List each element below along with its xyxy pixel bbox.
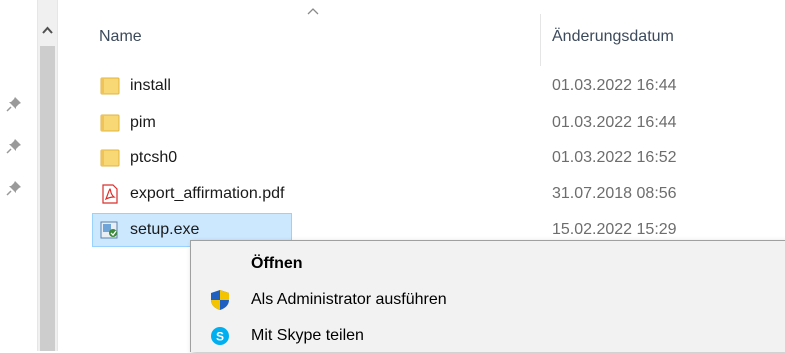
context-menu: Öffnen Als Administrator ausführen S Mit… bbox=[190, 240, 785, 352]
scrollbar-thumb[interactable] bbox=[40, 46, 55, 351]
file-row[interactable]: ptcsh0 01.03.2022 16:52 bbox=[92, 141, 785, 175]
file-date: 01.03.2022 16:44 bbox=[552, 77, 677, 94]
sort-ascending-icon bbox=[307, 8, 319, 15]
folder-icon bbox=[100, 77, 120, 95]
file-row[interactable]: pim 01.03.2022 16:44 bbox=[92, 106, 785, 140]
file-date: 15.02.2022 15:29 bbox=[552, 221, 677, 238]
file-date: 01.03.2022 16:52 bbox=[552, 149, 677, 166]
scroll-up-arrow-icon[interactable] bbox=[37, 20, 58, 41]
file-name: setup.exe bbox=[130, 221, 200, 238]
navigation-pane bbox=[0, 0, 37, 351]
menu-item-label: Öffnen bbox=[251, 255, 303, 272]
pin-icon[interactable] bbox=[6, 180, 22, 196]
column-header-date[interactable]: Änderungsdatum bbox=[552, 28, 674, 46]
file-name: ptcsh0 bbox=[130, 149, 178, 166]
folder-icon bbox=[100, 149, 120, 167]
pdf-icon bbox=[102, 184, 118, 204]
pin-icon[interactable] bbox=[6, 96, 22, 112]
menu-item-run-as-admin[interactable]: Als Administrator ausführen bbox=[191, 283, 777, 317]
file-name: pim bbox=[130, 114, 156, 131]
file-name: export_affirmation.pdf bbox=[130, 185, 285, 202]
folder-icon bbox=[100, 114, 120, 132]
menu-item-open[interactable]: Öffnen bbox=[191, 247, 777, 281]
pin-icon[interactable] bbox=[6, 138, 22, 154]
svg-text:S: S bbox=[216, 330, 224, 344]
file-date: 31.07.2018 08:56 bbox=[552, 185, 677, 202]
file-row[interactable]: install 01.03.2022 16:44 bbox=[92, 69, 785, 103]
file-name: install bbox=[130, 77, 171, 94]
menu-item-share-skype[interactable]: S Mit Skype teilen bbox=[191, 319, 777, 353]
skype-icon: S bbox=[211, 327, 229, 345]
menu-item-label: Als Administrator ausführen bbox=[251, 291, 447, 308]
uac-shield-icon bbox=[211, 290, 229, 310]
installer-icon bbox=[100, 221, 118, 239]
column-divider[interactable] bbox=[540, 14, 541, 66]
column-header-name[interactable]: Name bbox=[99, 28, 142, 46]
file-row[interactable]: export_affirmation.pdf 31.07.2018 08:56 bbox=[92, 177, 785, 211]
menu-item-label: Mit Skype teilen bbox=[251, 327, 364, 344]
file-date: 01.03.2022 16:44 bbox=[552, 114, 677, 131]
